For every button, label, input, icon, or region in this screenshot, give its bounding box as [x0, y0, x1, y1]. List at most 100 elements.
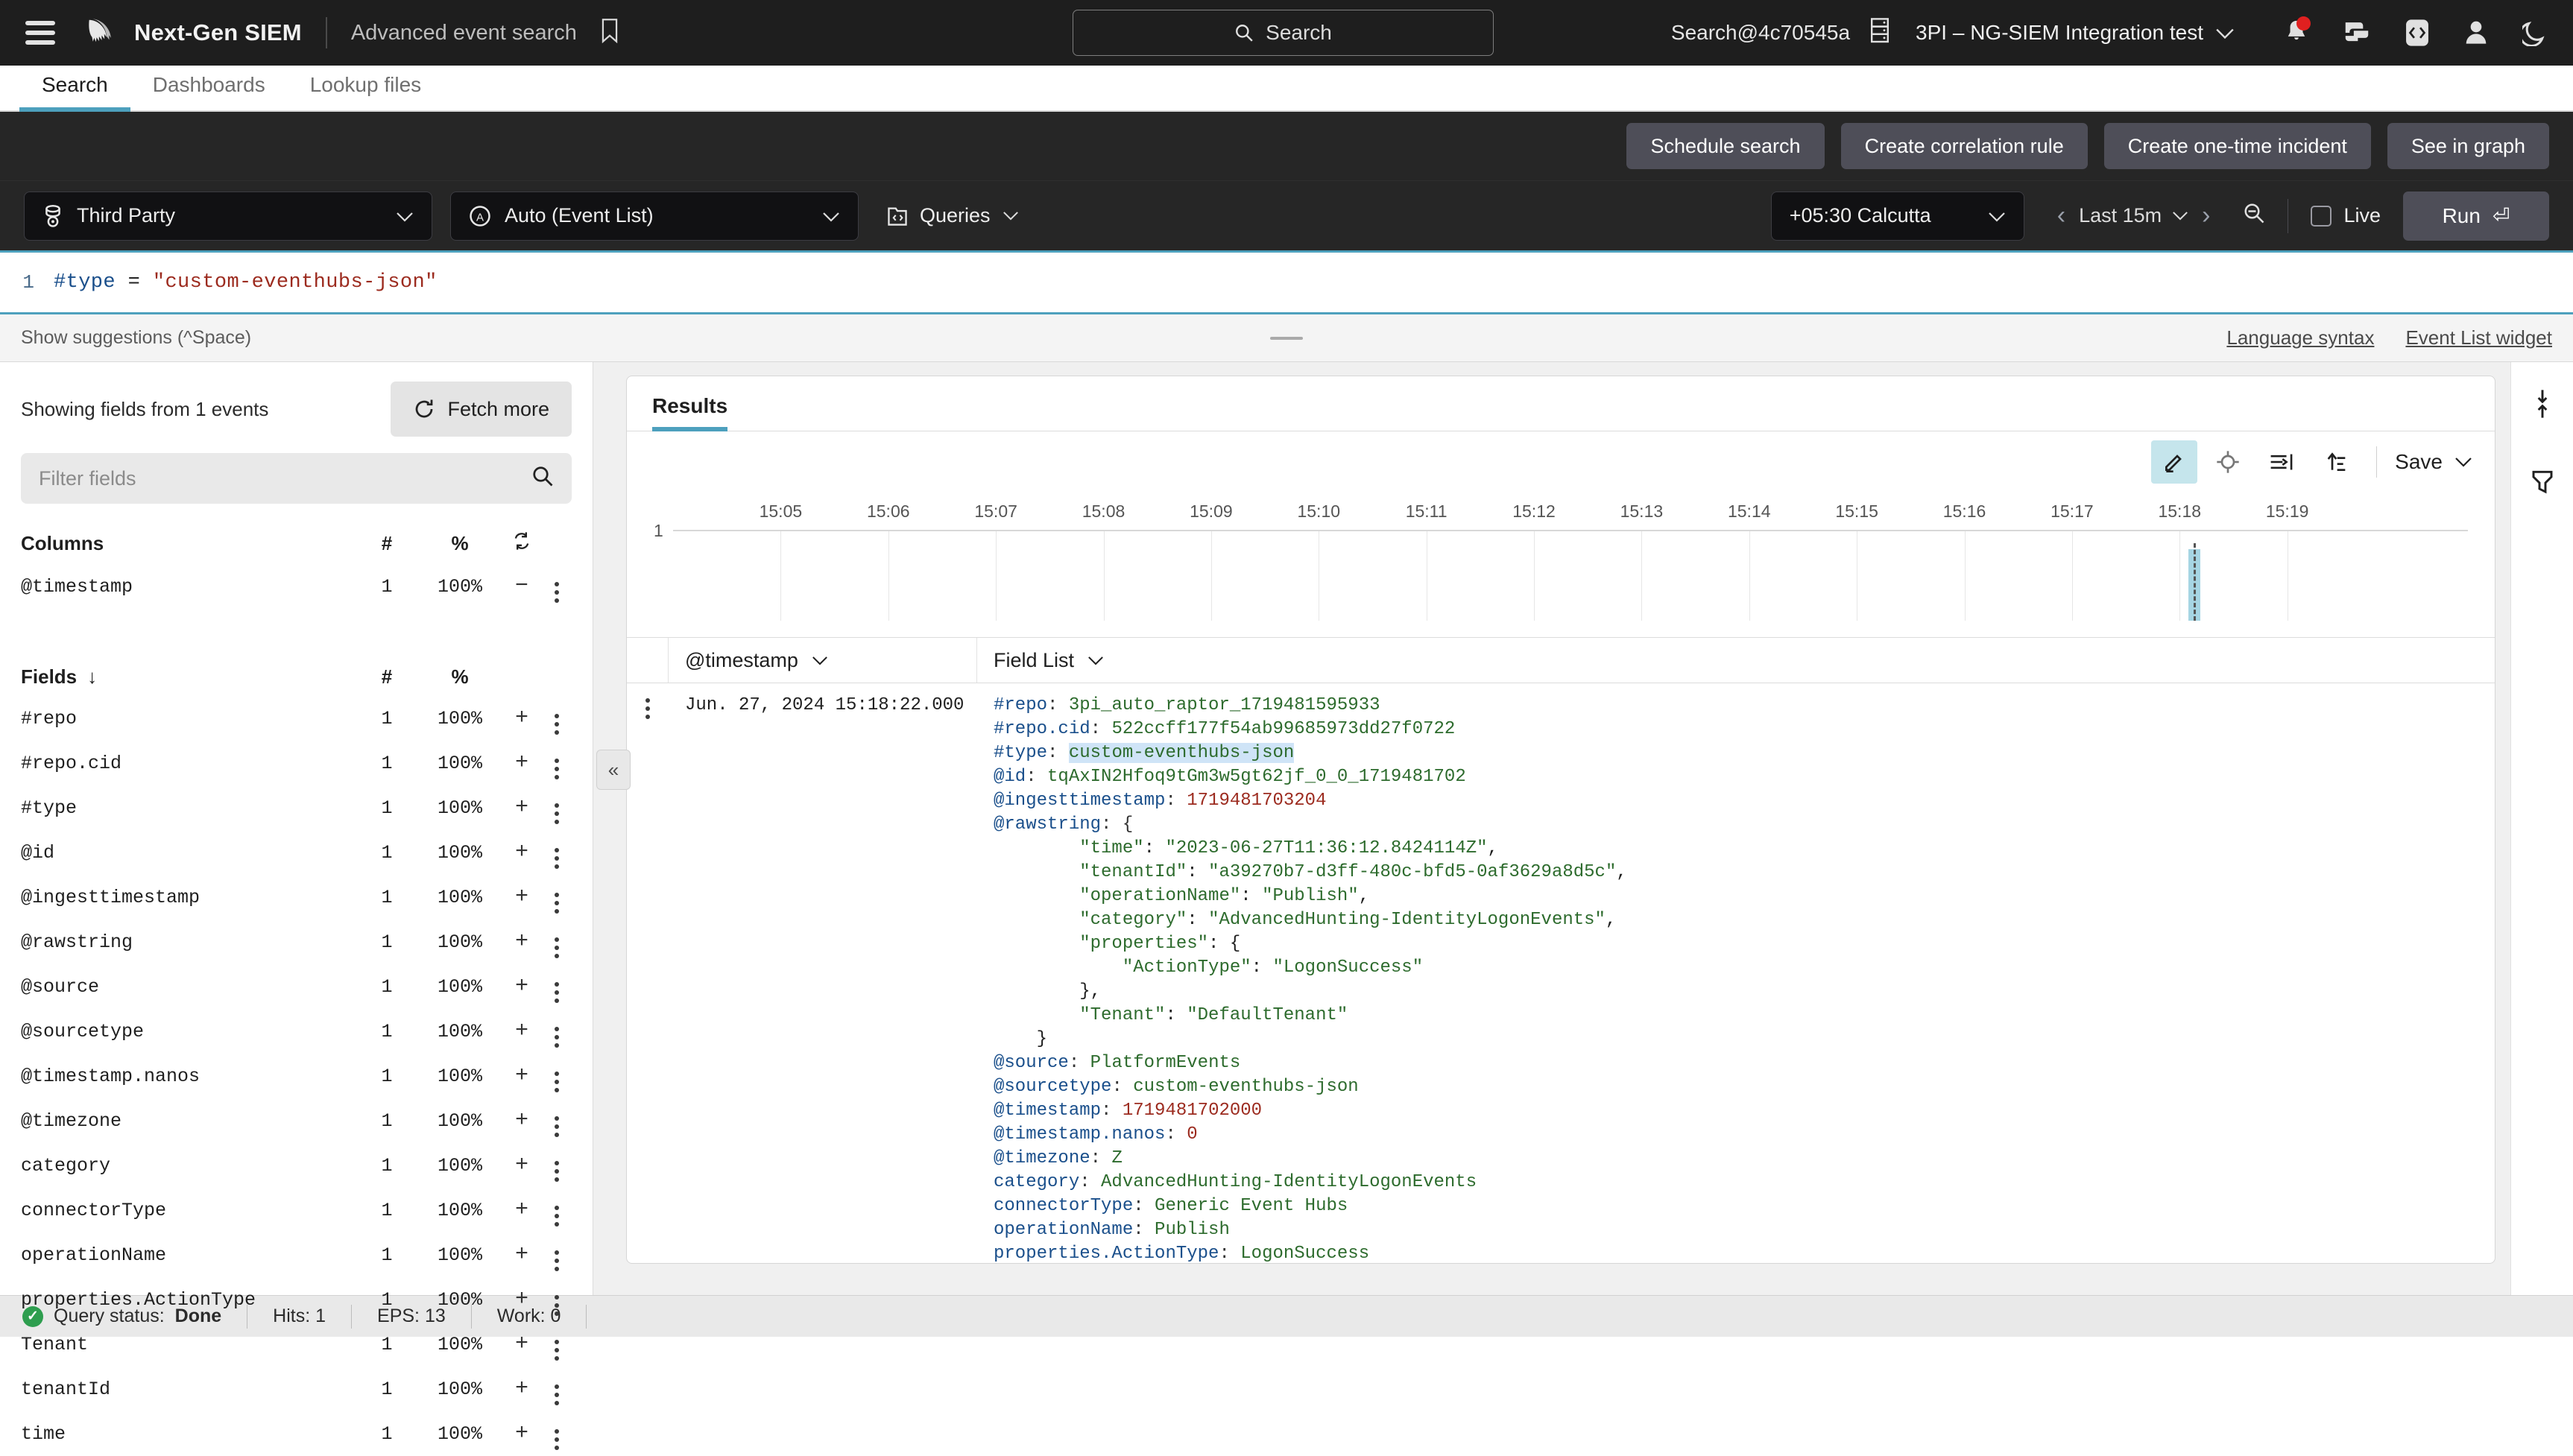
add-field-button[interactable]: + [502, 1242, 542, 1267]
field-row[interactable]: @sourcetype 1 100% + [0, 1009, 593, 1054]
field-row[interactable]: @id 1 100% + [0, 830, 593, 875]
live-toggle[interactable]: Live [2311, 204, 2381, 227]
field-row[interactable]: time 1 100% + [0, 1411, 593, 1456]
event-field-line[interactable]: @sourcetype: custom-eventhubs-json [994, 1075, 1627, 1099]
add-field-button[interactable]: + [502, 1063, 542, 1089]
query-text[interactable]: #type = "custom-eventhubs-json" [54, 271, 438, 294]
field-more-menu[interactable] [542, 1015, 572, 1048]
wrap-text-icon[interactable] [2258, 440, 2305, 484]
target-crosshair-icon[interactable] [2205, 440, 2251, 484]
event-field-line[interactable]: properties.ActionType: LogonSuccess [994, 1242, 1627, 1263]
add-field-button[interactable]: + [502, 1197, 542, 1223]
event-field-line[interactable]: "time": "2023-06-27T11:36:12.8424114Z", [994, 837, 1627, 861]
add-field-button[interactable]: + [502, 750, 542, 776]
view-mode-selector[interactable]: A Auto (Event List) [450, 191, 859, 241]
next-time-range-button[interactable]: › [2188, 201, 2223, 230]
column-header-field-list[interactable]: Field List [977, 649, 1104, 672]
columns-refresh-icon[interactable] [502, 531, 542, 557]
field-row[interactable]: #repo.cid 1 100% + [0, 741, 593, 785]
field-row[interactable]: connectorType 1 100% + [0, 1188, 593, 1232]
field-more-menu[interactable] [542, 836, 572, 869]
event-field-line[interactable]: "properties": { [994, 932, 1627, 956]
server-icon[interactable] [1869, 17, 1890, 49]
add-field-button[interactable]: + [502, 1287, 542, 1312]
column-header-timestamp[interactable]: @timestamp [669, 638, 977, 683]
tab-lookup-files[interactable]: Lookup files [288, 73, 443, 112]
field-row[interactable]: properties.ActionType 1 100% + [0, 1277, 593, 1322]
notifications-bell-icon[interactable] [2284, 16, 2311, 47]
event-field-line[interactable]: @timestamp: 1719481702000 [994, 1099, 1627, 1123]
field-row[interactable]: #type 1 100% + [0, 785, 593, 830]
fetch-more-button[interactable]: Fetch more [391, 382, 572, 437]
collapse-panel-button[interactable]: « [596, 750, 631, 790]
row-more-menu[interactable] [627, 694, 669, 719]
field-more-menu[interactable] [542, 1417, 572, 1450]
timezone-selector[interactable]: +05:30 Calcutta [1770, 191, 2024, 241]
event-field-line[interactable]: } [994, 1028, 1627, 1051]
global-search-input[interactable]: Search [1073, 10, 1494, 56]
schedule-search-button[interactable]: Schedule search [1626, 123, 1825, 169]
field-more-menu[interactable] [542, 747, 572, 779]
event-field-line[interactable]: "tenantId": "a39270b7-d3ff-480c-bfd5-0af… [994, 861, 1627, 884]
previous-time-range-button[interactable]: ‹ [2044, 201, 2079, 230]
remove-column-button[interactable]: − [502, 574, 542, 599]
field-row[interactable]: tenantId 1 100% + [0, 1367, 593, 1411]
create-one-time-incident-button[interactable]: Create one-time incident [2103, 123, 2371, 169]
field-row[interactable]: @ingesttimestamp 1 100% + [0, 875, 593, 920]
user-avatar-icon[interactable] [2464, 19, 2488, 46]
add-field-button[interactable]: + [502, 1108, 542, 1133]
field-more-menu[interactable] [542, 881, 572, 914]
add-field-button[interactable]: + [502, 840, 542, 865]
language-syntax-link[interactable]: Language syntax [2226, 326, 2374, 349]
tab-dashboards[interactable]: Dashboards [130, 73, 288, 112]
expand-collapse-arrows-icon[interactable] [2531, 387, 2554, 425]
field-more-menu[interactable] [542, 1060, 572, 1092]
save-button[interactable]: Save [2395, 450, 2472, 474]
see-in-graph-button[interactable]: See in graph [2387, 123, 2549, 169]
event-field-line[interactable]: @rawstring: { [994, 813, 1627, 837]
tab-search[interactable]: Search [19, 73, 130, 112]
column-row-timestamp[interactable]: @timestamp 1 100% − [0, 564, 593, 609]
field-more-menu[interactable] [542, 791, 572, 824]
timeline-histogram[interactable]: 1 15:05 15:06 15:07 15:08 15:09 15:10 15:11 15:… [654, 487, 2468, 621]
field-row[interactable]: category 1 100% + [0, 1143, 593, 1188]
field-row[interactable]: operationName 1 100% + [0, 1232, 593, 1277]
event-field-line[interactable]: @timezone: Z [994, 1147, 1627, 1171]
field-more-menu[interactable] [542, 1238, 572, 1271]
field-more-menu[interactable] [542, 1194, 572, 1226]
queries-button[interactable]: Queries [887, 204, 1019, 227]
bookmark-icon[interactable] [599, 18, 620, 48]
add-field-button[interactable]: + [502, 706, 542, 731]
add-field-button[interactable]: + [502, 929, 542, 955]
field-more-menu[interactable] [542, 1328, 572, 1361]
add-field-button[interactable]: + [502, 1019, 542, 1044]
field-row[interactable]: @rawstring 1 100% + [0, 920, 593, 964]
add-field-button[interactable]: + [502, 1332, 542, 1357]
suggestions-hint[interactable]: Show suggestions (^Space) [21, 327, 251, 349]
field-more-menu[interactable] [542, 970, 572, 1003]
resize-grip[interactable] [1270, 336, 1303, 340]
event-field-line[interactable]: operationName: Publish [994, 1218, 1627, 1242]
add-field-button[interactable]: + [502, 1421, 542, 1446]
field-more-menu[interactable] [542, 925, 572, 958]
repository-selector[interactable]: Third Party [24, 191, 432, 241]
create-correlation-rule-button[interactable]: Create correlation rule [1840, 123, 2088, 169]
field-row[interactable]: @source 1 100% + [0, 964, 593, 1009]
event-field-line[interactable]: @id: tqAxIN2Hfoq9tGm3w5gt62jf_0_0_171948… [994, 765, 1627, 789]
field-row[interactable]: @timezone 1 100% + [0, 1098, 593, 1143]
field-row[interactable]: @timestamp.nanos 1 100% + [0, 1054, 593, 1098]
field-row[interactable]: Tenant 1 100% + [0, 1322, 593, 1367]
column-more-menu[interactable] [542, 570, 572, 603]
event-field-line[interactable]: @timestamp.nanos: 0 [994, 1123, 1627, 1147]
field-more-menu[interactable] [542, 1149, 572, 1182]
chevron-down-icon[interactable] [2215, 22, 2235, 45]
hamburger-menu-icon[interactable] [25, 21, 55, 45]
table-row[interactable]: Jun. 27, 2024 15:18:22.000 #repo: 3pi_au… [627, 683, 2495, 1263]
tab-results[interactable]: Results [652, 394, 728, 431]
filter-funnel-icon[interactable] [2531, 469, 2554, 502]
dark-mode-moon-icon[interactable] [2522, 19, 2548, 46]
sort-ascending-icon[interactable] [2312, 440, 2358, 484]
histogram-plot[interactable]: 15:05 15:06 15:07 15:08 15:09 15:10 15:11 15:12… [673, 501, 2468, 621]
event-field-line[interactable]: @source: PlatformEvents [994, 1051, 1627, 1075]
add-field-button[interactable]: + [502, 974, 542, 999]
